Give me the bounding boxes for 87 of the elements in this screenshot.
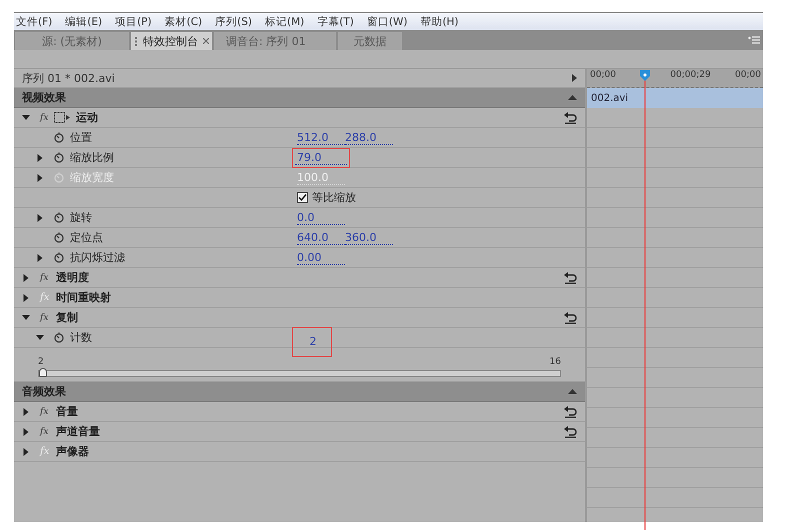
property-name: 抗闪烁过滤 (70, 250, 125, 265)
effect-name: 复制 (56, 310, 78, 325)
effect-row[interactable]: fx 时间重映射 (14, 288, 585, 308)
slider-min: 2 (38, 357, 44, 367)
collapsed-arrow-icon[interactable] (36, 154, 44, 162)
expanded-arrow-icon[interactable] (22, 115, 30, 120)
slider-thumb[interactable] (39, 368, 47, 377)
fx-toggle[interactable]: fx (40, 272, 52, 282)
grip-icon (135, 36, 138, 46)
transform-icon[interactable] (54, 112, 70, 123)
effect-name: 时间重映射 (56, 290, 111, 305)
stopwatch-icon[interactable] (54, 232, 64, 243)
panel-menu-icon[interactable] (748, 36, 760, 44)
play-arrow-icon[interactable] (572, 74, 577, 82)
effect-row[interactable]: fx 音量 (14, 402, 585, 422)
property-value[interactable]: 0.0 (297, 210, 345, 224)
stopwatch-icon[interactable] (54, 132, 64, 143)
effect-name: 声道音量 (56, 424, 100, 439)
property-name: 位置 (70, 130, 92, 145)
timecode-label: 00;00;29 (670, 70, 711, 80)
effect-name: 透明度 (56, 270, 89, 285)
collapsed-arrow-icon[interactable] (36, 214, 44, 222)
menu-item[interactable]: 帮助(H) (420, 14, 459, 28)
property-value[interactable]: 288.0 (345, 130, 393, 144)
reset-icon[interactable] (564, 112, 577, 124)
property-value[interactable]: 79.0 (295, 150, 347, 164)
stopwatch-icon[interactable] (54, 152, 64, 163)
clip-name: 002.avi (591, 92, 628, 104)
property-name: 旋转 (70, 210, 92, 225)
uniform-scale-checkbox[interactable] (297, 192, 308, 203)
clip-title: 序列 01 * 002.avi (22, 70, 115, 86)
property-name: 缩放比例 (70, 150, 114, 165)
property-value[interactable]: 512.0 (297, 130, 345, 144)
section-title: 音频效果 (22, 384, 66, 399)
menu-item[interactable]: 素材(C) (164, 14, 202, 28)
menu-item[interactable]: 编辑(E) (65, 14, 102, 28)
collapse-arrow-icon[interactable] (568, 95, 577, 100)
effect-name: 音量 (56, 404, 78, 419)
close-icon[interactable] (203, 38, 209, 44)
checkbox-label: 等比缩放 (312, 190, 356, 205)
collapse-arrow-icon[interactable] (568, 389, 577, 394)
effect-name: 运动 (76, 110, 98, 125)
timecode-label: 00;00 (590, 70, 616, 80)
property-value[interactable]: 0.00 (297, 250, 345, 264)
reset-icon[interactable] (564, 272, 577, 284)
timecode-label: 00;00 (735, 70, 761, 80)
panel-tab[interactable]: 特效控制台 (131, 32, 212, 50)
stopwatch-icon[interactable] (54, 252, 64, 263)
section-header[interactable]: 音频效果 (14, 382, 585, 402)
collapsed-arrow-icon[interactable] (22, 294, 30, 302)
menu-item[interactable]: 项目(P) (115, 14, 152, 28)
collapsed-arrow-icon[interactable] (22, 428, 30, 436)
effect-row[interactable]: fx 声像器 (14, 442, 585, 462)
section-header[interactable]: 视频效果 (14, 88, 585, 108)
collapsed-arrow-icon[interactable] (36, 254, 44, 262)
expanded-arrow-icon[interactable] (22, 315, 30, 320)
property-value[interactable]: 640.0 (297, 230, 345, 244)
property-name: 缩放宽度 (70, 170, 114, 185)
property-name: 定位点 (70, 230, 103, 245)
collapsed-arrow-icon[interactable] (22, 274, 30, 282)
collapsed-arrow-icon[interactable] (22, 448, 30, 456)
menu-item[interactable]: 窗口(W) (366, 14, 408, 28)
reset-icon[interactable] (564, 406, 577, 418)
menu-item[interactable]: 标记(M) (264, 14, 304, 28)
menu-item[interactable]: 序列(S) (215, 14, 252, 28)
fx-toggle[interactable]: fx (40, 406, 52, 416)
fx-toggle[interactable]: fx (40, 426, 52, 436)
effect-row[interactable]: fx 透明度 (14, 268, 585, 288)
fx-toggle[interactable]: fx (40, 312, 52, 322)
collapsed-arrow-icon[interactable] (22, 408, 30, 416)
effect-row[interactable]: fx 复制 (14, 308, 585, 328)
menu-item[interactable]: 字幕(T) (317, 14, 354, 28)
stopwatch-icon[interactable] (54, 332, 64, 343)
property-value[interactable]: 360.0 (345, 230, 393, 244)
reset-icon[interactable] (564, 312, 577, 324)
fx-toggle[interactable]: fx (40, 112, 52, 122)
property-name: 计数 (70, 330, 92, 345)
effect-row[interactable]: fx 声道音量 (14, 422, 585, 442)
effect-row[interactable]: fx 运动 (14, 108, 585, 128)
effect-name: 声像器 (56, 444, 89, 459)
expanded-arrow-icon[interactable] (36, 335, 44, 340)
section-title: 视频效果 (22, 90, 66, 105)
slider-max: 16 (550, 357, 561, 367)
stopwatch-icon[interactable] (54, 212, 64, 223)
menu-item[interactable]: 文件(F) (16, 14, 52, 28)
property-value[interactable]: 2 (295, 330, 329, 354)
reset-icon[interactable] (564, 426, 577, 438)
